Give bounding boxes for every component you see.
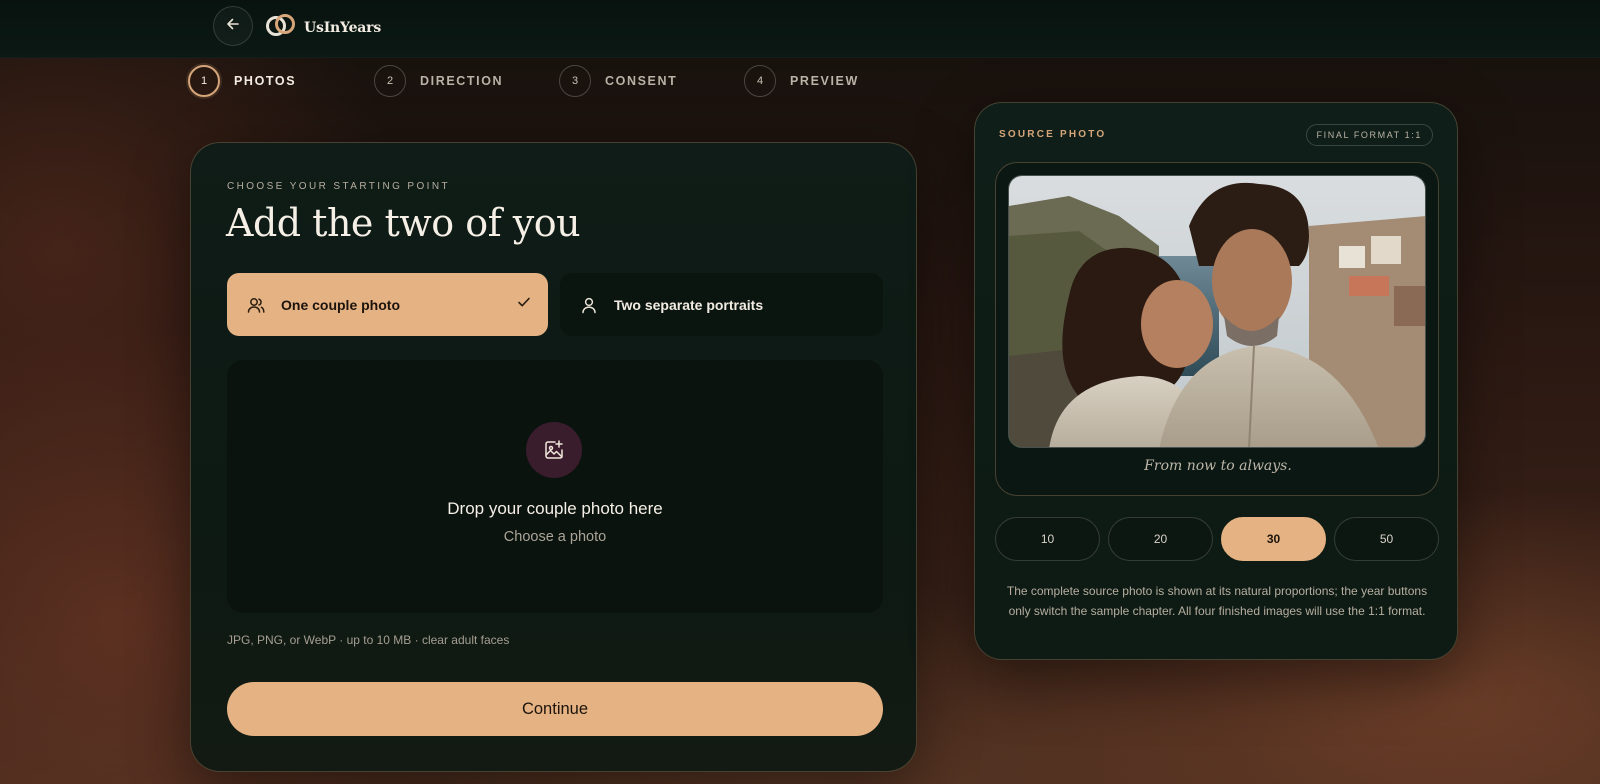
year-button-50[interactable]: 50: [1334, 517, 1439, 561]
format-note: The complete source photo is shown at it…: [1006, 584, 1428, 618]
step-number: 2: [374, 65, 406, 97]
dropzone-title: Drop your couple photo here: [447, 499, 663, 518]
photo-frame: From now to always.: [995, 162, 1439, 496]
step-label: DIRECTION: [420, 74, 504, 88]
option-two-separate-portraits[interactable]: Two separate portraits: [560, 273, 883, 336]
rings-logo-icon: [264, 12, 298, 43]
year-selector: 10 20 30 50: [995, 517, 1439, 561]
choose-photo-link[interactable]: Choose a photo: [227, 529, 883, 545]
user-icon: [578, 294, 600, 316]
step-number: 1: [188, 65, 220, 97]
option-label: One couple photo: [281, 296, 400, 313]
option-one-couple-photo[interactable]: One couple photo: [227, 273, 548, 336]
step-preview[interactable]: 4 PREVIEW: [744, 65, 859, 97]
step-label: CONSENT: [605, 74, 678, 88]
step-direction[interactable]: 2 DIRECTION: [374, 65, 503, 97]
section-eyebrow: CHOOSE YOUR STARTING POINT: [227, 181, 450, 192]
step-number: 3: [559, 65, 591, 97]
file-requirements-hint: JPG, PNG, or WebP · up to 10 MB · clear …: [227, 633, 510, 647]
continue-button[interactable]: Continue: [227, 682, 883, 736]
year-button-30[interactable]: 30: [1221, 517, 1326, 561]
format-badge: FINAL FORMAT 1:1: [1305, 124, 1433, 146]
option-label: Two separate portraits: [614, 296, 764, 313]
app-logo[interactable]: UsInYears: [264, 12, 381, 43]
step-number: 4: [744, 65, 776, 97]
step-label: PREVIEW: [790, 74, 859, 88]
couple-sample-photo: [1008, 175, 1426, 448]
photo-caption: From now to always.: [1144, 458, 1292, 474]
top-bar: UsInYears: [0, 0, 1600, 58]
page-title: Add the two of you: [226, 201, 581, 245]
upload-card: CHOOSE YOUR STARTING POINT Add the two o…: [190, 142, 917, 772]
app-name: UsInYears: [304, 19, 382, 36]
step-consent[interactable]: 3 CONSENT: [559, 65, 677, 97]
year-button-10[interactable]: 10: [995, 517, 1100, 561]
image-plus-icon: [526, 422, 582, 478]
step-photos[interactable]: 1 PHOTOS: [188, 65, 296, 97]
users-icon: [245, 294, 267, 316]
check-icon: [516, 294, 532, 313]
step-label: PHOTOS: [234, 74, 297, 88]
photo-dropzone[interactable]: Drop your couple photo here Choose a pho…: [227, 360, 883, 613]
source-photo-card: SOURCE PHOTO FINAL FORMAT 1:1 From now t…: [974, 102, 1458, 660]
source-photo-label: SOURCE PHOTO: [999, 129, 1107, 140]
arrow-left-icon: [226, 17, 240, 36]
back-button[interactable]: [213, 6, 253, 46]
year-button-20[interactable]: 20: [1108, 517, 1213, 561]
